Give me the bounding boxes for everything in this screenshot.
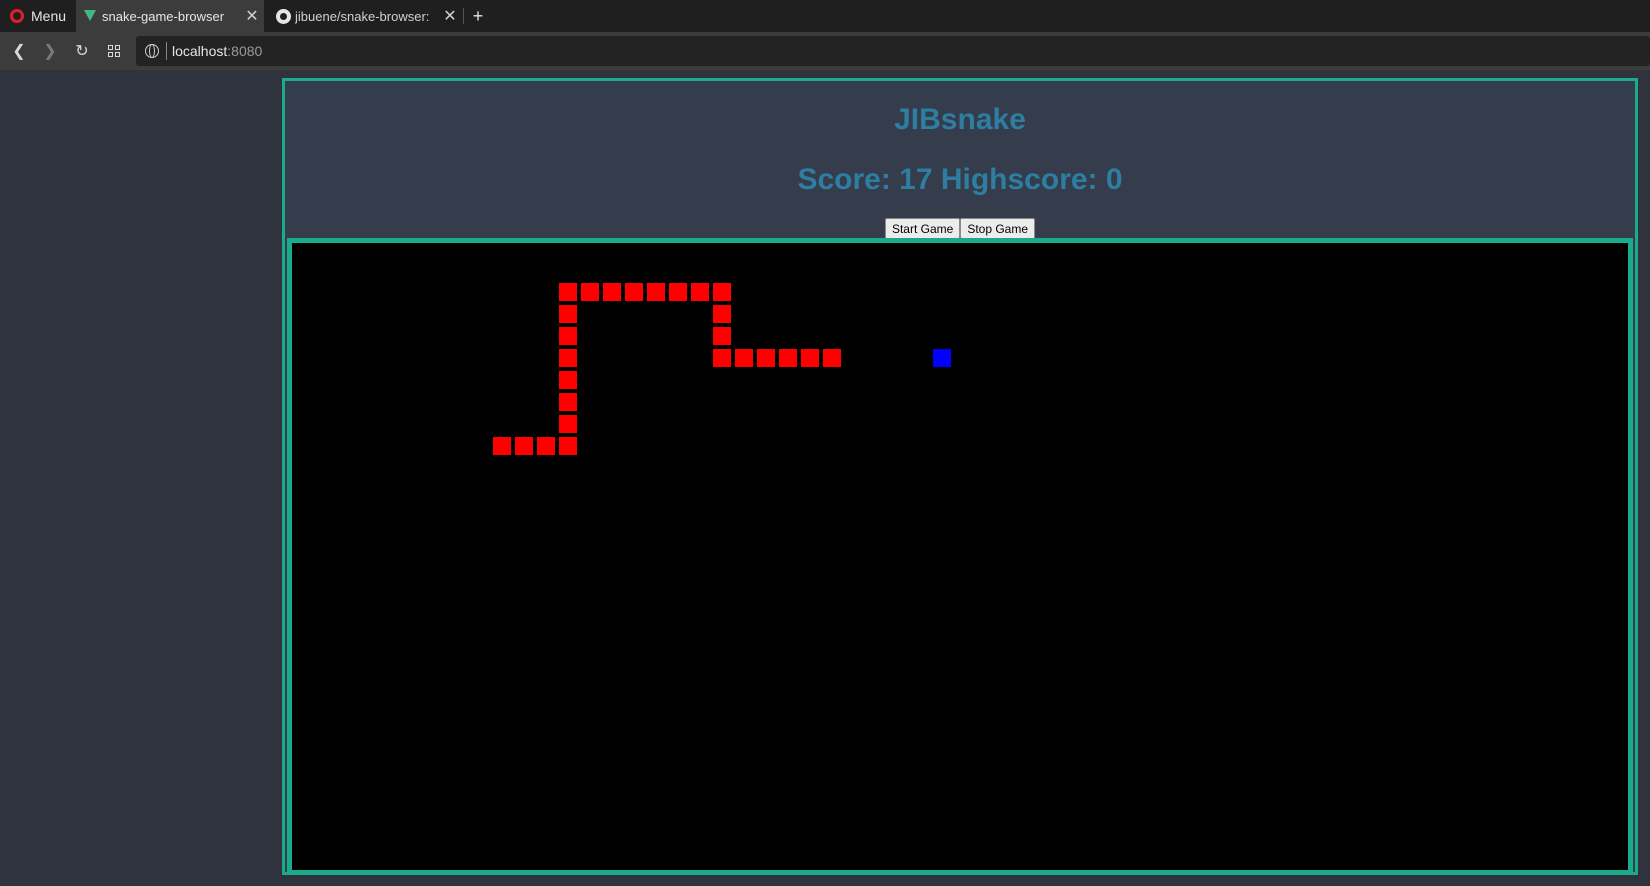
- tab-grid-icon[interactable]: [101, 38, 127, 64]
- tab-separator: [463, 8, 464, 24]
- start-game-button[interactable]: Start Game: [884, 218, 961, 239]
- score-display: Score: 17 Highscore: 0: [797, 163, 1123, 196]
- game-controls: Start Game Stop Game: [285, 218, 1635, 239]
- reload-icon[interactable]: ↻: [69, 38, 95, 64]
- food-pellet: [933, 349, 951, 367]
- snake-segment: [625, 283, 643, 301]
- browser-menu-label: Menu: [31, 8, 67, 24]
- url-port: :8080: [227, 43, 263, 59]
- snake-segment: [559, 437, 577, 455]
- snake-segment: [691, 283, 709, 301]
- snake-segment: [559, 327, 577, 345]
- close-icon[interactable]: ✕: [438, 6, 462, 26]
- forward-icon[interactable]: ❯: [37, 38, 63, 64]
- tab-github-repo[interactable]: jibuene/snake-browser: ✕: [272, 0, 462, 32]
- game-title: JIBsnake: [894, 103, 1026, 136]
- snake-segment: [823, 349, 841, 367]
- snake-segment: [559, 283, 577, 301]
- snake-segment: [537, 437, 555, 455]
- snake-segment: [757, 349, 775, 367]
- browser-menu-button[interactable]: Menu: [0, 0, 74, 32]
- tab-title: jibuene/snake-browser:: [295, 8, 430, 24]
- vue-icon: [84, 9, 96, 21]
- globe-icon: [145, 44, 159, 58]
- tab-title: snake-game-browser: [102, 8, 225, 24]
- snake-segment: [779, 349, 797, 367]
- game-canvas: [493, 283, 951, 455]
- close-icon[interactable]: ✕: [240, 6, 264, 26]
- snake-segment: [559, 305, 577, 323]
- browser-tab-bar: Menu snake-game-browser ✕ jibuene/snake-…: [0, 0, 1650, 32]
- snake-segment: [713, 327, 731, 345]
- browser-nav-bar: ❮ ❯ ↻ localhost:8080: [0, 32, 1650, 70]
- tab-snake-game-browser[interactable]: snake-game-browser ✕: [76, 0, 264, 32]
- back-icon[interactable]: ❮: [6, 38, 32, 64]
- snake-segment: [559, 415, 577, 433]
- game-board[interactable]: [287, 238, 1633, 875]
- snake-segment: [581, 283, 599, 301]
- stop-game-button[interactable]: Stop Game: [960, 218, 1036, 239]
- snake-segment: [801, 349, 819, 367]
- snake-segment: [647, 283, 665, 301]
- snake-segment: [735, 349, 753, 367]
- address-bar[interactable]: localhost:8080: [136, 36, 1650, 66]
- snake-segment: [603, 283, 621, 301]
- new-tab-button[interactable]: +: [468, 0, 488, 32]
- snake-segment: [669, 283, 687, 301]
- snake-segment: [559, 393, 577, 411]
- github-icon: [276, 8, 291, 24]
- snake-segment: [713, 349, 731, 367]
- snake-segment: [515, 437, 533, 455]
- opera-logo-icon: [10, 9, 24, 23]
- snake-app-container: JIBsnake Score: 17 Highscore: 0 Start Ga…: [282, 78, 1638, 875]
- url-host: localhost: [172, 43, 228, 59]
- snake-segment: [559, 371, 577, 389]
- snake-segment: [713, 305, 731, 323]
- snake-segment: [493, 437, 511, 455]
- snake-segment: [713, 283, 731, 301]
- snake-segment: [559, 349, 577, 367]
